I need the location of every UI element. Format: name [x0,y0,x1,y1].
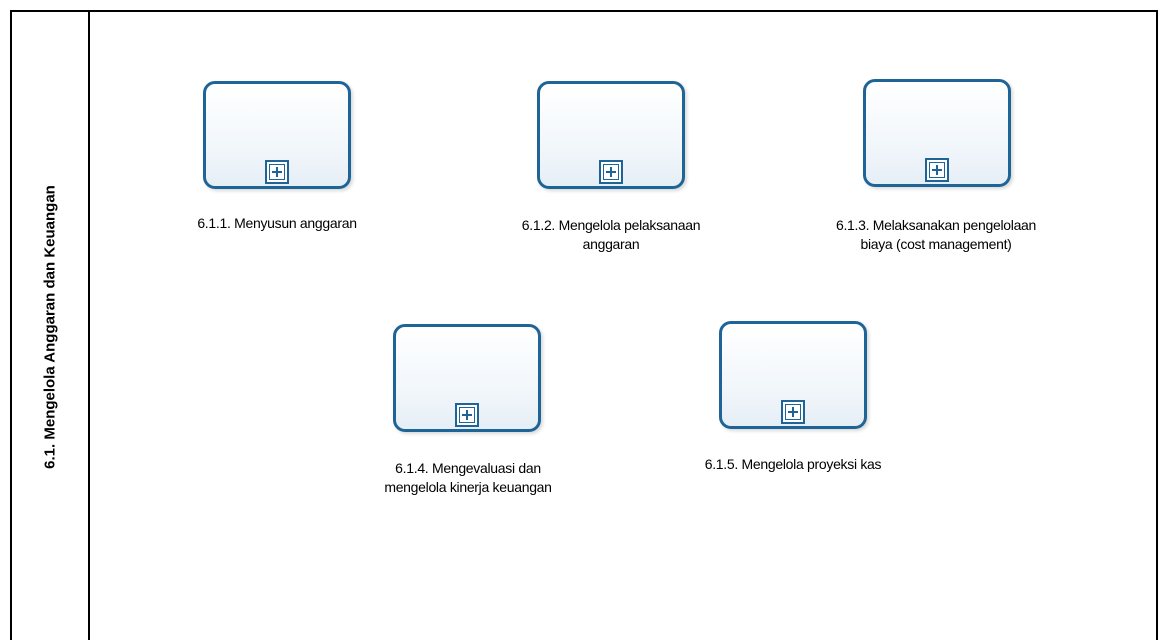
task-6-1-4[interactable] [393,324,541,432]
plus-square-icon[interactable] [455,403,479,427]
task-label-line2: biaya (cost management) [860,236,1012,252]
task-6-1-1-label: 6.1.1. Menyusun anggaran [157,214,397,233]
task-label-text: 6.1.1. Menyusun anggaran [197,215,357,231]
plus-square-icon[interactable] [925,158,949,182]
task-label-line2: mengelola kinerja keuangan [384,479,552,495]
task-label-line2: anggaran [582,236,640,252]
plus-square-icon[interactable] [781,400,805,424]
plus-square-icon[interactable] [599,160,623,184]
task-label-line1: 6.1.2. Mengelola pelaksanaan [521,217,701,233]
diagram-canvas: 6.1. Mengelola Anggaran dan Keuangan 6.1… [0,0,1161,640]
task-label-text: 6.1.5. Mengelola proyeksi kas [704,456,882,472]
task-6-1-5-label: 6.1.5. Mengelola proyeksi kas [673,455,913,474]
task-6-1-3[interactable] [863,79,1011,187]
task-6-1-2[interactable] [537,81,685,189]
task-6-1-3-label: 6.1.3. Melaksanakan pengelolaan biaya (c… [816,216,1056,254]
task-6-1-5[interactable] [719,321,867,429]
task-6-1-1[interactable] [203,81,351,189]
task-label-line1: 6.1.4. Mengevaluasi dan [395,460,541,476]
plus-square-icon[interactable] [265,160,289,184]
task-6-1-2-label: 6.1.2. Mengelola pelaksanaan anggaran [491,216,731,254]
task-6-1-4-label: 6.1.4. Mengevaluasi dan mengelola kinerj… [348,459,588,497]
task-label-line1: 6.1.3. Melaksanakan pengelolaan [835,217,1037,233]
lane-title: 6.1. Mengelola Anggaran dan Keuangan [41,185,59,469]
